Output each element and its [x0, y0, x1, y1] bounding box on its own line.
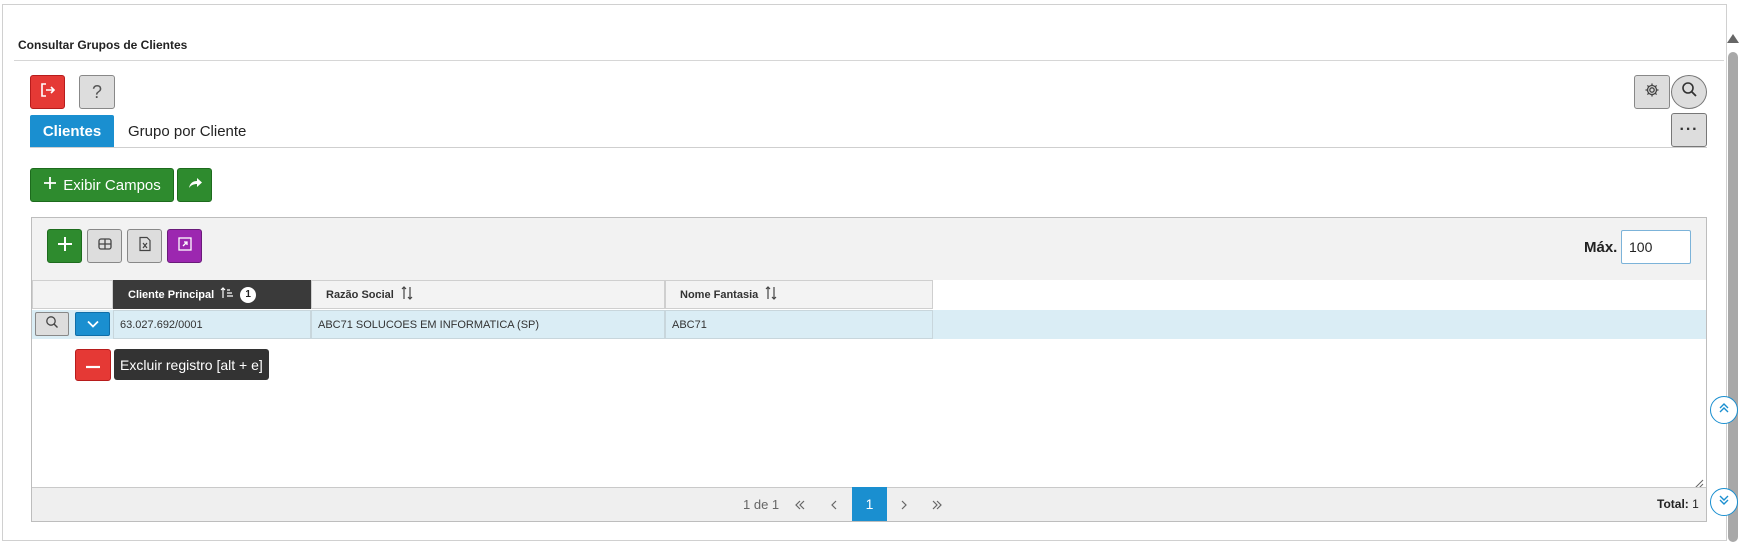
cell-cliente-principal: 63.027.692/0001 — [113, 310, 311, 339]
settings-button[interactable] — [1634, 75, 1670, 109]
total-label: Total: — [1657, 497, 1689, 511]
chevron-left-icon — [830, 497, 838, 514]
search-icon — [1681, 81, 1698, 103]
page-title: Consultar Grupos de Clientes — [18, 38, 188, 52]
column-header-label: Cliente Principal — [128, 288, 215, 301]
more-options-button[interactable]: ··· — [1671, 113, 1707, 147]
delete-tooltip: Excluir registro [alt + e] — [114, 349, 269, 380]
total-count: Total: 1 — [1657, 497, 1699, 511]
delete-record-button[interactable] — [75, 349, 111, 381]
next-page-button[interactable] — [889, 490, 919, 520]
chevrons-right-icon — [931, 497, 943, 514]
help-button[interactable]: ? — [79, 75, 115, 109]
plus-icon — [57, 236, 73, 257]
row-actions-toggle-button[interactable] — [75, 312, 110, 336]
cell-nome-fantasia: ABC71 — [665, 310, 933, 339]
column-header-label: Razão Social — [326, 288, 394, 301]
column-header-nome-fantasia[interactable]: Nome Fantasia — [665, 280, 933, 309]
share-icon — [187, 175, 203, 196]
last-page-button[interactable] — [922, 490, 952, 520]
max-records-input[interactable] — [1621, 230, 1691, 264]
scroll-up-arrow-icon[interactable] — [1727, 34, 1739, 43]
scrollbar-thumb[interactable] — [1728, 52, 1738, 542]
expand-view-button[interactable] — [167, 229, 202, 263]
scroll-top-button[interactable] — [1710, 396, 1738, 424]
tab-clientes[interactable]: Clientes — [30, 115, 114, 147]
exit-button[interactable] — [30, 75, 65, 109]
current-page-button[interactable]: 1 — [852, 487, 887, 521]
sort-icon — [764, 286, 778, 303]
column-header-cliente-principal[interactable]: Cliente Principal 1 — [113, 280, 311, 309]
actions-column-header — [32, 280, 113, 309]
page-info: 1 de 1 — [743, 497, 780, 512]
table-icon — [97, 236, 113, 257]
tabs-divider — [30, 147, 1707, 148]
view-record-button[interactable] — [35, 312, 69, 336]
sort-order-badge: 1 — [240, 286, 257, 303]
grid-layout-button[interactable] — [87, 229, 122, 263]
tab-grupo-por-cliente[interactable]: Grupo por Cliente — [128, 115, 246, 147]
sort-icon — [400, 286, 414, 303]
cell-razao-social: ABC71 SOLUCOES EM INFORMATICA (SP) — [311, 310, 665, 339]
column-header-label: Nome Fantasia — [680, 288, 759, 301]
chevrons-down-icon — [1718, 493, 1730, 511]
plus-icon — [43, 176, 57, 194]
scroll-bottom-button[interactable] — [1710, 488, 1738, 516]
search-toggle-button[interactable] — [1671, 75, 1707, 109]
chevron-right-icon — [900, 497, 908, 514]
export-excel-button[interactable] — [127, 229, 162, 263]
exibir-campos-label: Exibir Campos — [63, 176, 161, 194]
grid-toolbar — [32, 218, 1706, 280]
search-icon — [45, 315, 59, 334]
excel-file-icon — [137, 236, 153, 257]
minus-icon — [85, 356, 101, 374]
exibir-campos-button[interactable]: Exibir Campos — [30, 168, 174, 202]
chevrons-up-icon — [1718, 401, 1730, 419]
first-page-button[interactable] — [785, 490, 815, 520]
title-divider — [14, 60, 1724, 61]
expand-icon — [177, 236, 193, 257]
resize-grip-icon[interactable] — [1694, 476, 1704, 489]
share-button[interactable] — [177, 168, 212, 202]
gear-icon — [1644, 82, 1660, 103]
chevrons-left-icon — [794, 497, 806, 514]
add-record-button[interactable] — [47, 229, 82, 263]
previous-page-button[interactable] — [819, 490, 849, 520]
exit-icon — [39, 81, 57, 104]
max-label: Máx. — [1584, 239, 1618, 256]
column-header-razao-social[interactable]: Razão Social — [311, 280, 665, 309]
total-value: 1 — [1692, 497, 1699, 511]
sort-ascending-icon — [220, 287, 234, 302]
chevron-down-icon — [86, 315, 99, 333]
